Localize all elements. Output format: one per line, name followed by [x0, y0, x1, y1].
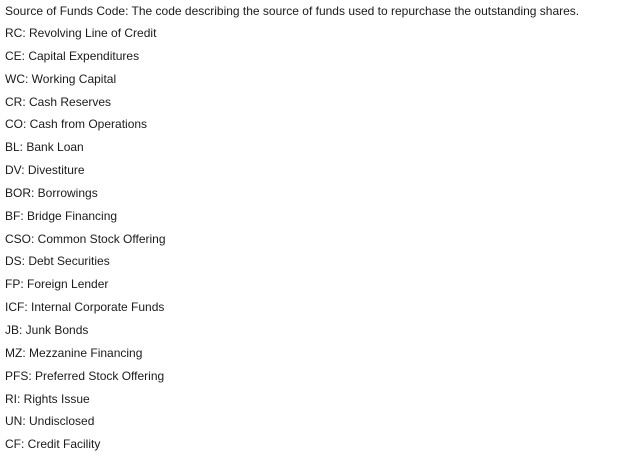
code-list: RC: Revolving Line of Credit CE: Capital… — [5, 22, 613, 456]
code-item-jb: JB: Junk Bonds — [5, 322, 89, 337]
code-item-bf: BF: Bridge Financing — [5, 208, 118, 223]
code-item-wc: WC: Working Capital — [5, 71, 117, 86]
code-item-ri: RI: Rights Issue — [5, 391, 90, 406]
source-of-funds-document: Source of Funds Code: The code describin… — [5, 0, 613, 456]
definition-heading: Source of Funds Code: The code describin… — [5, 4, 580, 18]
code-item-bor: BOR: Borrowings — [5, 185, 98, 200]
code-item-bl: BL: Bank Loan — [5, 140, 84, 155]
code-item-cr: CR: Cash Reserves — [5, 94, 112, 109]
code-item-un: UN: Undisclosed — [5, 414, 95, 429]
code-item-cso: CSO: Common Stock Offering — [5, 231, 166, 246]
code-item-ce: CE: Capital Expenditures — [5, 48, 140, 63]
code-item-co: CO: Cash from Operations — [5, 117, 148, 132]
code-item-icf: ICF: Internal Corporate Funds — [5, 300, 165, 315]
code-item-pfs: PFS: Preferred Stock Offering — [5, 368, 165, 383]
code-item-dv: DV: Divestiture — [5, 163, 85, 178]
code-item-fp: FP: Foreign Lender — [5, 277, 109, 292]
code-item-mz: MZ: Mezzanine Financing — [5, 345, 143, 360]
code-item-rc: RC: Revolving Line of Credit — [5, 26, 157, 40]
code-item-cf: CF: Credit Facility — [5, 437, 101, 452]
code-item-ds: DS: Debt Securities — [5, 254, 110, 269]
